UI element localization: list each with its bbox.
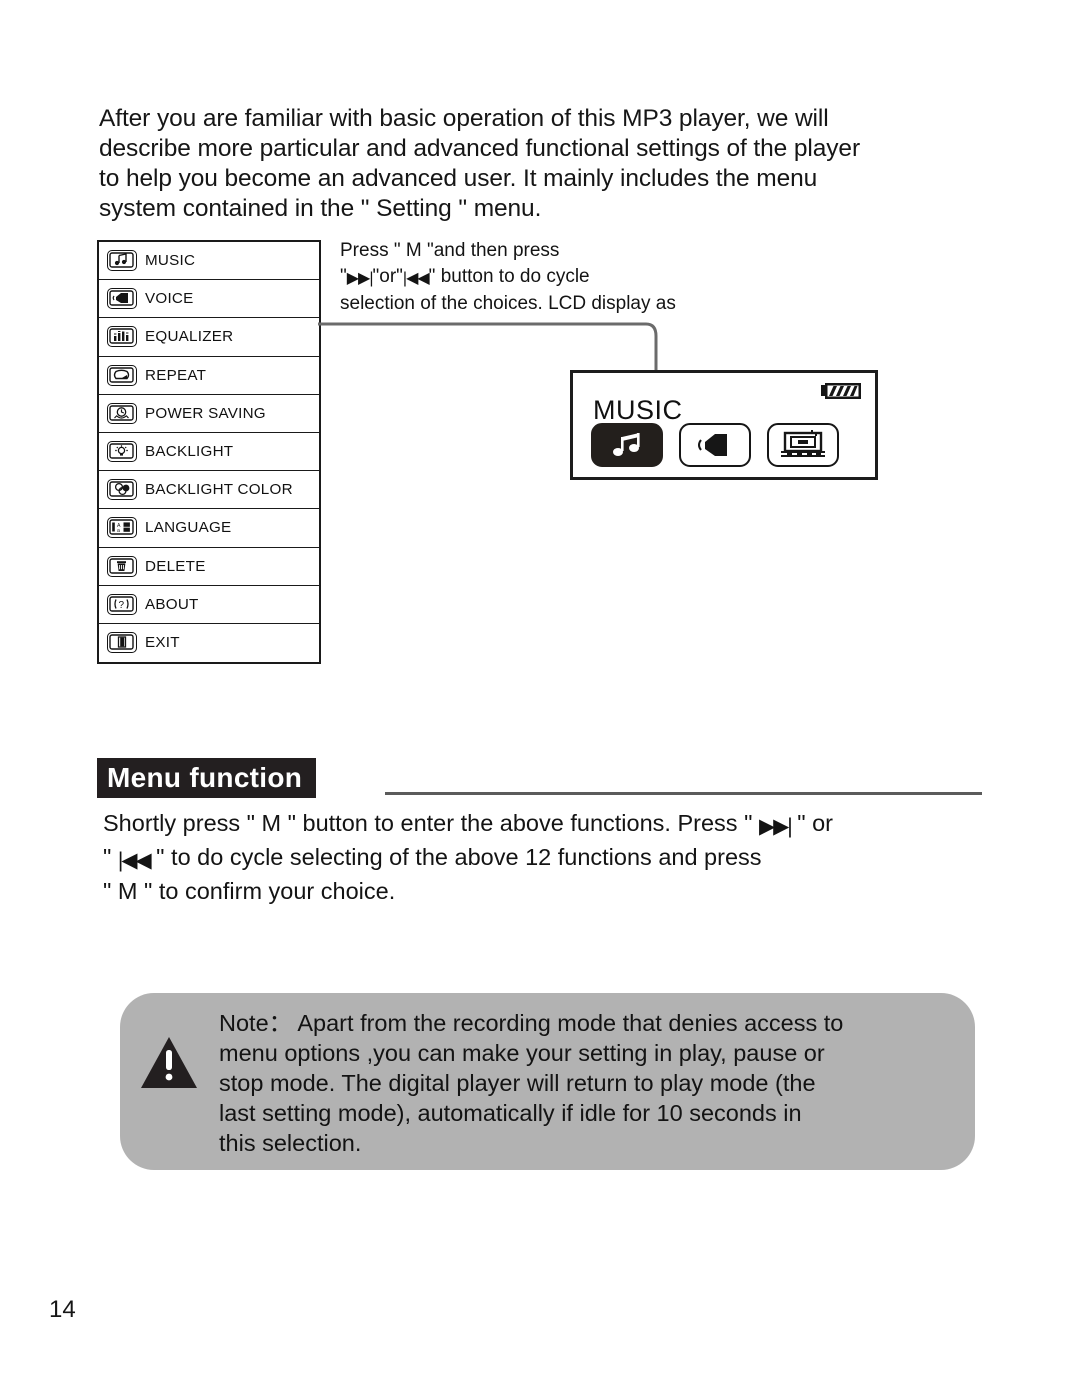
fast-forward-icon: ▶▶| — [758, 815, 793, 838]
body-line-1-a: Shortly press " M " button to enter the … — [103, 810, 759, 836]
svg-text:a: a — [117, 528, 120, 534]
menu-item-label: VOICE — [145, 290, 194, 308]
menu-item-label: POWER SAVING — [145, 404, 266, 422]
menu-item-backlight-color[interactable]: BACKLIGHT COLOR — [99, 471, 319, 510]
voice-recorder-icon — [698, 434, 727, 456]
about-question-icon: ? — [107, 593, 137, 615]
menu-item-label: BACKLIGHT COLOR — [145, 481, 293, 499]
note-line-2: menu options ,you can make your setting … — [219, 1040, 825, 1066]
menu-item-label: BACKLIGHT — [145, 443, 234, 461]
menu-item-voice[interactable]: VOICE — [99, 280, 319, 319]
menu-item-exit[interactable]: EXIT — [99, 624, 319, 662]
intro-paragraph: After you are familiar with basic operat… — [99, 104, 979, 224]
lcd-mode-keys — [591, 423, 839, 467]
body-line-1-b: " or — [790, 810, 833, 836]
intro-line-2: describe more particular and advanced fu… — [99, 135, 861, 162]
menu-item-label: MUSIC — [145, 252, 196, 270]
section-heading-label: Menu function — [107, 762, 303, 793]
intro-line-3: to help you become an advanced user. It … — [99, 165, 818, 192]
intro-line-4: system contained in the " Setting " menu… — [99, 195, 542, 222]
note-line-1: Note： Apart from the recording mode that… — [219, 1010, 844, 1036]
menu-item-language[interactable]: A a LANGUAGE — [99, 509, 319, 548]
battery-full-icon — [821, 383, 861, 399]
fast-forward-icon: ▶▶| — [346, 269, 374, 287]
menu-item-label: EQUALIZER — [145, 328, 234, 346]
power-saving-clock-icon — [107, 402, 137, 424]
voice-mode-key[interactable] — [679, 423, 751, 467]
menu-function-body: Shortly press " M " button to enter the … — [103, 808, 993, 906]
section-heading-menu-function: Menu function — [97, 758, 317, 798]
backlight-color-circles-icon — [107, 479, 137, 501]
language-characters-icon: A a — [107, 517, 137, 539]
menu-item-label: ABOUT — [145, 595, 199, 613]
note-line-3: stop mode. The digital player will retur… — [219, 1070, 816, 1096]
menu-item-backlight[interactable]: BACKLIGHT — [99, 433, 319, 472]
menu-item-equalizer[interactable]: EQUALIZER — [99, 318, 319, 357]
page-number: 14 — [49, 1296, 76, 1323]
rewind-icon: |◀◀ — [402, 269, 430, 287]
section-heading-rule — [385, 792, 982, 795]
lcd-title-text: MUSIC — [593, 395, 683, 425]
body-line-1: Shortly press " M " button to enter the … — [103, 808, 993, 842]
callout-quote-open: " — [340, 265, 347, 287]
body-line-2-b: " to do cycle selecting of the above 12 … — [149, 844, 762, 870]
menu-item-about[interactable]: ? ABOUT — [99, 586, 319, 624]
lcd-display-mockup: MUSIC — [570, 370, 878, 480]
lcd-callout-text: Press " M "and then press "▶▶|"or"|◀◀" b… — [340, 238, 780, 317]
setting-menu-list: MUSIC VOICE EQUALIZER REPEAT POWER SAVIN… — [97, 240, 321, 665]
warning-triangle-icon — [141, 1037, 197, 1088]
menu-item-label: DELETE — [145, 557, 206, 575]
menu-item-delete[interactable]: DELETE — [99, 548, 319, 586]
note-line-4: last setting mode), automatically if idl… — [219, 1100, 802, 1126]
repeat-loop-icon — [107, 364, 137, 386]
menu-item-label: EXIT — [145, 634, 180, 652]
callout-or-text: "or" — [372, 265, 403, 287]
backlight-bulb-icon — [107, 441, 137, 463]
body-line-2-a: " — [103, 844, 118, 870]
callout-line-3: selection of the choices. LCD display as — [340, 293, 676, 314]
delete-trash-icon — [107, 555, 137, 577]
callout-line-2: "▶▶|"or"|◀◀" button to do cycle — [340, 264, 780, 292]
menu-item-music[interactable]: MUSIC — [99, 242, 319, 281]
menu-item-repeat[interactable]: REPEAT — [99, 357, 319, 395]
music-note-icon — [107, 250, 137, 272]
voice-recorder-icon — [107, 288, 137, 310]
equalizer-bars-icon — [107, 326, 137, 348]
svg-text:?: ? — [119, 600, 125, 611]
intro-line-1: After you are familiar with basic operat… — [99, 105, 829, 132]
menu-item-power-saving[interactable]: POWER SAVING — [99, 395, 319, 433]
music-mode-key[interactable] — [591, 423, 663, 467]
body-line-3: " M " to confirm your choice. — [103, 878, 396, 904]
settings-display-icon — [781, 430, 825, 457]
body-line-2: " |◀◀ " to do cycle selecting of the abo… — [103, 842, 993, 876]
music-note-icon — [613, 433, 640, 456]
note-line-5: this selection. — [219, 1130, 362, 1156]
menu-item-label: LANGUAGE — [145, 519, 232, 537]
settings-mode-key[interactable] — [767, 423, 839, 467]
callout-line-1: Press " M "and then press — [340, 240, 560, 261]
menu-item-label: REPEAT — [145, 366, 207, 384]
note-text: Note： Apart from the recording mode that… — [219, 1008, 979, 1158]
rewind-icon: |◀◀ — [117, 849, 152, 872]
callout-line-2-tail: " button to do cycle — [428, 265, 590, 287]
exit-door-icon — [107, 632, 137, 654]
